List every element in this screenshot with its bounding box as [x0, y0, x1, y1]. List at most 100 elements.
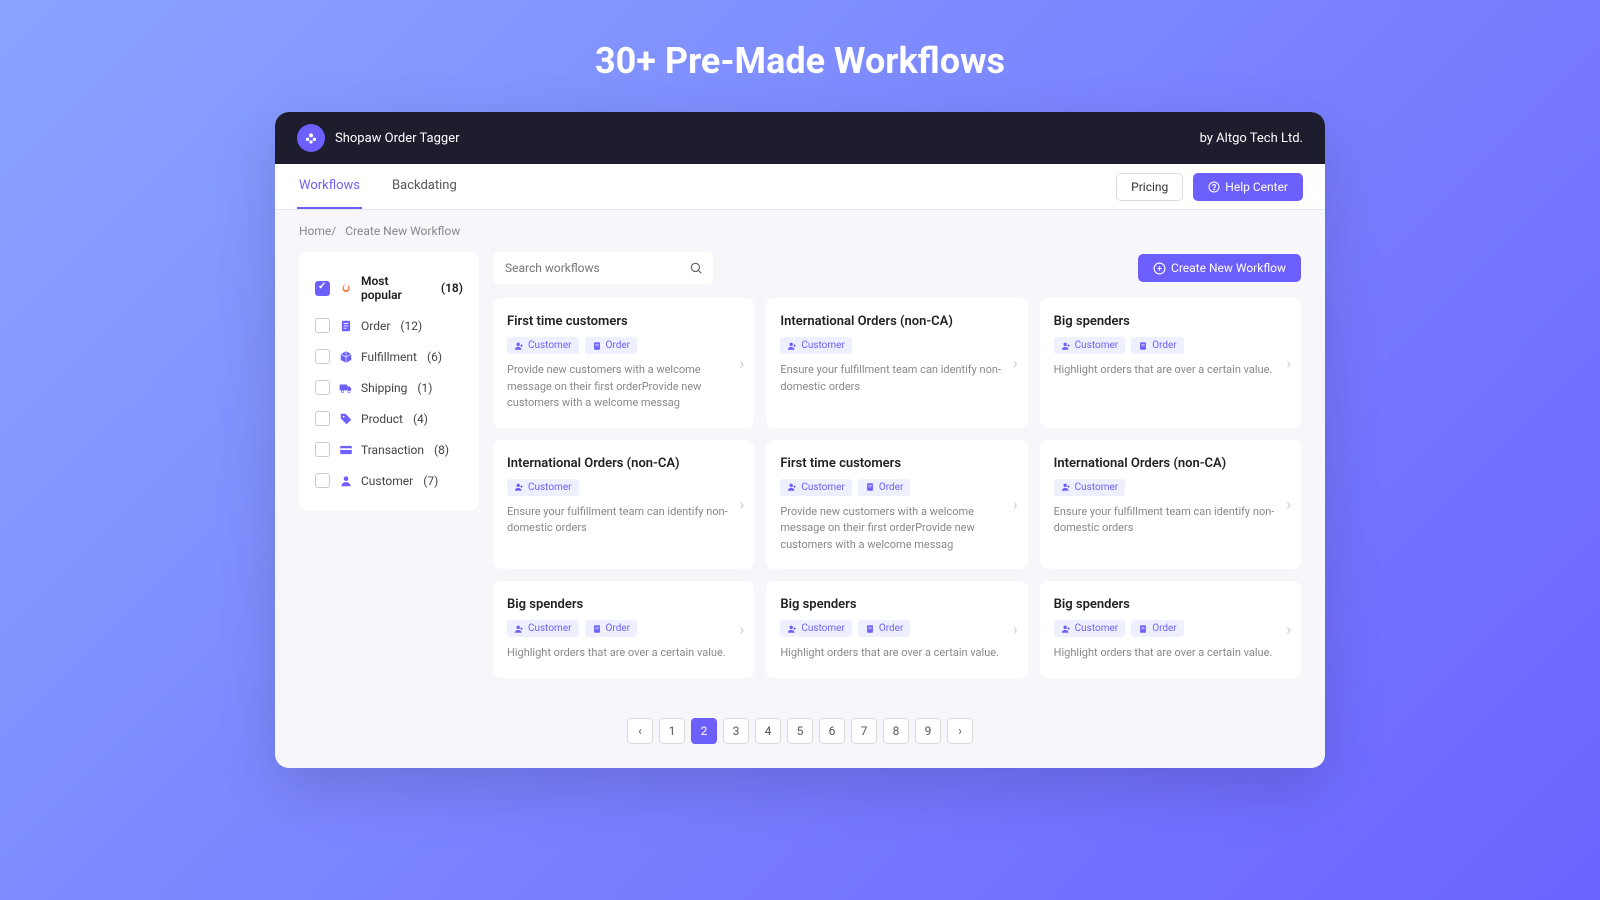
filter-transaction[interactable]: Transaction (8) [311, 434, 467, 465]
tag-customer: Customer [780, 337, 852, 354]
workflow-card[interactable]: First time customers CustomerOrder Provide… [493, 298, 754, 428]
filter-count: (8) [434, 443, 449, 457]
card-title: International Orders (non-CA) [780, 314, 1013, 329]
plus-circle-icon [1153, 262, 1166, 275]
card-description: Highlight orders that are over a certain… [780, 645, 1013, 662]
filter-count: (4) [413, 412, 428, 426]
filter-count: (18) [441, 281, 463, 295]
chevron-right-icon: › [740, 353, 745, 372]
pager-page-7[interactable]: 7 [851, 718, 877, 744]
chevron-right-icon: › [1013, 353, 1018, 372]
card-title: First time customers [780, 456, 1013, 471]
pager-page-2[interactable]: 2 [691, 718, 717, 744]
workflow-card[interactable]: Big spenders Customer Order Highlight order… [766, 581, 1027, 678]
card-description: Ensure your fulfillment team can identif… [507, 504, 740, 537]
filter-customer[interactable]: Customer (7) [311, 465, 467, 496]
filter-count: (1) [417, 381, 432, 395]
card-title: First time customers [507, 314, 740, 329]
card-title: Big spenders [1054, 597, 1287, 612]
brand: Shopaw Order Tagger [297, 124, 460, 152]
breadcrumb-current: Create New Workflow [345, 224, 460, 238]
checkbox-icon [315, 349, 330, 364]
card-tags: Customer [1054, 479, 1287, 496]
chevron-right-icon: › [1286, 353, 1291, 372]
toolbar: Create New Workflow [493, 252, 1301, 284]
pager-page-8[interactable]: 8 [883, 718, 909, 744]
app-name: Shopaw Order Tagger [335, 131, 460, 146]
tag-customer: Customer [780, 620, 852, 637]
card-tags: CustomerOrder [507, 620, 740, 637]
search-input[interactable] [493, 252, 713, 284]
tab-backdating[interactable]: Backdating [390, 164, 459, 209]
card-description: Highlight orders that are over a certain… [1054, 645, 1287, 662]
pager-page-9[interactable]: 9 [915, 718, 941, 744]
pricing-button[interactable]: Pricing [1116, 173, 1183, 201]
tag-customer: Customer [507, 337, 579, 354]
filter-count: (12) [400, 319, 422, 333]
workflow-card[interactable]: Big spendersCustomerOrderHighlight order… [493, 581, 754, 678]
card-title: Big spenders [507, 597, 740, 612]
search-icon [689, 261, 703, 275]
content: Most popular (18)Order (12)Fulfillment (… [275, 252, 1325, 702]
tag-customer: Customer [1054, 620, 1126, 637]
filter-label: Most popular [361, 274, 431, 302]
user-icon [338, 473, 353, 488]
checkbox-icon [315, 318, 330, 333]
workflow-grid: First time customersCustomerOrderProvide… [493, 298, 1301, 678]
receipt-icon [338, 318, 353, 333]
search-wrap [493, 252, 713, 284]
tag-order: Order [585, 620, 638, 637]
checkbox-icon [315, 473, 330, 488]
filter-label: Customer [361, 474, 413, 488]
workflow-card[interactable]: International Orders (non-CA)CustomerEns… [766, 298, 1027, 428]
filter-shipping[interactable]: Shipping (1) [311, 372, 467, 403]
main-panel: Create New Workflow First time customers… [493, 252, 1301, 678]
filter-label: Transaction [361, 443, 424, 457]
app-window: Shopaw Order Tagger by Altgo Tech Ltd. W… [275, 112, 1325, 768]
tag-customer: Customer [507, 479, 579, 496]
tag-order: Order [858, 479, 911, 496]
filter-product[interactable]: Product (4) [311, 403, 467, 434]
pager-prev[interactable]: ‹ [627, 718, 653, 744]
pager-page-5[interactable]: 5 [787, 718, 813, 744]
hero-title: 30+ Pre-Made Workflows [0, 40, 1600, 82]
card-title: Big spenders [780, 597, 1013, 612]
card-tags: CustomerOrder [1054, 620, 1287, 637]
help-icon [1208, 181, 1220, 193]
filter-most-popular[interactable]: Most popular (18) [311, 266, 467, 310]
tab-workflows[interactable]: Workflows [297, 164, 362, 209]
pager-next[interactable]: › [947, 718, 973, 744]
filter-label: Product [361, 412, 403, 426]
workflow-card[interactable]: Big spendersCustomerOrderHighlight order… [1040, 298, 1301, 428]
workflow-card[interactable]: International Orders (non-CA)CustomerEns… [493, 440, 754, 570]
checkbox-icon [315, 411, 330, 426]
filter-count: (7) [423, 474, 438, 488]
workflow-card[interactable]: International Orders (non-CA)CustomerEns… [1040, 440, 1301, 570]
truck-icon [338, 380, 353, 395]
checkbox-icon [315, 281, 330, 296]
pager-page-6[interactable]: 6 [819, 718, 845, 744]
tabs: Workflows Backdating [297, 164, 459, 209]
card-tags: CustomerOrder [507, 337, 740, 354]
pager-page-4[interactable]: 4 [755, 718, 781, 744]
card-tags: Customer [780, 337, 1013, 354]
chevron-right-icon: › [1013, 495, 1018, 514]
breadcrumb-home[interactable]: Home [299, 224, 331, 238]
create-workflow-button[interactable]: Create New Workflow [1138, 254, 1301, 282]
chevron-right-icon: › [1286, 495, 1291, 514]
workflow-card[interactable]: Big spenders CustomerOrder Highlight order… [1040, 581, 1301, 678]
tabbar-actions: Pricing Help Center [1116, 173, 1303, 201]
chevron-right-icon: › [740, 495, 745, 514]
card-description: Ensure your fulfillment team can identif… [1054, 504, 1287, 537]
pager-page-3[interactable]: 3 [723, 718, 749, 744]
workflow-card[interactable]: First time customersCustomerOrderProvide… [766, 440, 1027, 570]
tag-order: Order [858, 620, 911, 637]
card-tags: Customer [507, 479, 740, 496]
filter-fulfillment[interactable]: Fulfillment (6) [311, 341, 467, 372]
chevron-right-icon: › [1013, 620, 1018, 639]
help-center-button[interactable]: Help Center [1193, 173, 1303, 201]
tabbar: Workflows Backdating Pricing Help Center [275, 164, 1325, 210]
filter-order[interactable]: Order (12) [311, 310, 467, 341]
card-description: Provide new customers with a welcome mes… [507, 362, 740, 412]
pager-page-1[interactable]: 1 [659, 718, 685, 744]
